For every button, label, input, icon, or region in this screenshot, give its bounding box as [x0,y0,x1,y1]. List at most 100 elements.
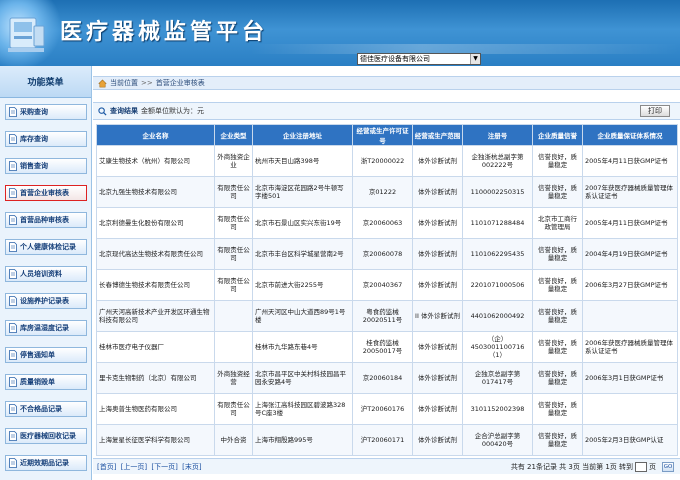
print-button[interactable]: 打印 [640,105,670,117]
document-icon [9,458,17,468]
table-cell: 长春博德生物技术有限责任公司 [96,269,215,301]
table-cell: 体外诊断试剂 [412,238,463,270]
sidebar-item[interactable]: 销售查询 [5,158,87,174]
table-row[interactable]: 北京利德曼生化股份有限公司 有限责任公司 北京市石景山区实兴东街19号 京200600… [96,207,678,239]
table-cell: 4401062000492 [462,300,533,332]
pagination-links: [首页] [上一页] [下一页] [末页] [97,462,204,472]
table-row[interactable]: 长春博德生物技术有限责任公司 有限责任公司 北京市前进大街2255号 京2004036… [96,269,678,301]
sidebar-heading: 功能菜单 [0,66,91,98]
column-header: 企业质量保证体系情况 [582,124,678,146]
table-cell: 企独浙杭总副字第002222号 [462,145,533,177]
table-cell: 京20060078 [352,238,413,270]
sidebar-item[interactable]: 人员培训资料 [5,266,87,282]
table-cell: 京20040367 [352,269,413,301]
table-cell: 桂食药监械20050017号 [352,331,413,363]
company-select[interactable]: 德佳医疗设备有限公司 ▼ [357,53,481,65]
next-page-link[interactable]: [下一页] [151,463,177,471]
table-body: 艾康生物技术（杭州）有限公司 外商独资企业 杭州市天目山路398号 浙T2000002… [96,145,678,456]
sidebar-item[interactable]: 质量销毁单 [5,374,87,390]
table-row[interactable]: 北京九强生物技术有限公司 有限责任公司 北京市海淀区花园路2号牛顿写字楼501 京01… [96,176,678,208]
main-content: 当前位置 >> 首营企业审核表 查询结果 金额单位默认为：元 打印 企业名称 企业… [93,66,680,480]
document-icon [9,296,17,306]
table-row[interactable]: 上海复星长征医学科学有限公司 中外合资 上海市翔殷路995号 沪T20060171 体外… [96,424,678,456]
go-button[interactable]: GO [662,462,674,472]
pagination-info: 共有 21条记录 共 3页 当前第 1页 转到 页 [510,461,656,472]
chevron-down-icon[interactable]: ▼ [470,54,480,64]
table-cell: 有限责任公司 [214,176,253,208]
table-cell: （企）4503001100716（1） [462,331,533,363]
app-header: 医疗器械监管平台 德佳医疗设备有限公司 ▼ [0,0,680,66]
sidebar-item[interactable]: 不合格品记录 [5,401,87,417]
table-row[interactable]: 上海奥普生物医药有限公司 有限责任公司 上海张江高科技园区碧波路328号C座3楼 沪T… [96,393,678,425]
table-cell: 2005年2月3日获GMP认证 [582,424,678,456]
document-icon [9,404,17,414]
table-cell: 桂林市医疗电子仪器厂 [96,331,215,363]
sidebar-item-label: 首营品种审核表 [20,216,69,224]
sidebar-item-label: 库房温湿度记录 [20,324,69,332]
sidebar-item-label: 质量销毁单 [20,378,55,386]
table-cell: 2005年4月11日获GMP证书 [582,145,678,177]
sidebar-item[interactable]: 首营品种审核表 [5,212,87,228]
table-row[interactable]: 广州天河高新技术产业开发区环通生物科技有限公司 广州天河区中山大道西89号1号楼粤… [96,300,678,332]
table-cell: 体外诊断试剂 [412,362,463,394]
table-cell: 体外诊断试剂 [412,393,463,425]
table-cell: 外商独资企业 [214,145,253,177]
table-cell: 外商独资经营 [214,362,253,394]
table-cell: 有限责任公司 [214,393,253,425]
sidebar-item[interactable]: 医疗器械回收记录 [5,428,87,444]
medical-device-icon [8,17,45,52]
table-cell: 信誉良好，质量稳定 [532,145,583,177]
pagination-summary: 共有 21条记录 共 3页 当前第 1页 转到 [510,462,633,471]
table-cell: 北京市石景山区实兴东街19号 [252,207,353,239]
sidebar-item[interactable]: 近期效期品记录 [5,455,87,471]
document-icon [9,431,17,441]
sidebar-item-label: 人员培训资料 [20,270,62,278]
table-cell: 北京利德曼生化股份有限公司 [96,207,215,239]
sidebar-item-label: 销售查询 [20,162,48,170]
prev-page-link[interactable]: [上一页] [121,463,147,471]
document-icon [9,377,17,387]
column-header: 经营或生产许可证号 [352,124,413,146]
page-suffix: 页 [649,462,656,471]
table-row[interactable]: 桂林市医疗电子仪器厂 桂林市九华路东巷4号 桂食药监械20050017号 体外诊断试剂… [96,331,678,363]
table-row[interactable]: 里卡克生物制药（北京）有限公司 外商独资经营 北京市昌平区中关村科技园昌平园永安路4… [96,362,678,394]
sidebar-item[interactable]: 库存查询 [5,131,87,147]
table-cell: 广州天河区中山大道西89号1号楼 [252,300,353,332]
page-number-input[interactable] [635,461,647,472]
sidebar-item[interactable]: 设施养护记录表 [5,293,87,309]
table-cell: 2201071000506 [462,269,533,301]
sidebar-item[interactable]: 库房温湿度记录 [5,320,87,336]
table-cell: 北京市工商行政管理局 [532,207,583,239]
table-row[interactable]: 北京现代高达生物技术有限责任公司 有限责任公司 北京市丰台区科学城星营南2号 京200… [96,238,678,270]
table-cell: 北京市前进大街2255号 [252,269,353,301]
column-header: 企业名称 [96,124,215,146]
table-cell: 上海复星长征医学科学有限公司 [96,424,215,456]
table-row[interactable]: 艾康生物技术（杭州）有限公司 外商独资企业 杭州市天目山路398号 浙T2000002… [96,145,678,177]
table-cell: 上海奥普生物医药有限公司 [96,393,215,425]
table-cell: 北京市海淀区花园路2号牛顿写字楼501 [252,176,353,208]
sidebar-item-label: 首营企业审核表 [20,189,69,197]
results-detail: 金额单位默认为：元 [141,107,204,115]
document-icon [9,188,17,198]
document-icon [9,107,17,117]
table-cell: 广州天河高新技术产业开发区环通生物科技有限公司 [96,300,215,332]
first-page-link[interactable]: [首页] [97,463,116,471]
breadcrumb-page[interactable]: 首营企业审核表 [156,78,205,88]
last-page-link[interactable]: [末页] [182,463,201,471]
document-icon [9,161,17,171]
table-cell: 信誉良好，质量稳定 [532,424,583,456]
table-cell: 里卡克生物制药（北京）有限公司 [96,362,215,394]
table-cell: 有限责任公司 [214,207,253,239]
breadcrumb: 当前位置 >> 首营企业审核表 [93,76,680,90]
table-cell: 信誉良好，质量稳定 [532,331,583,363]
sidebar-item-label: 个人健康体检记录 [20,243,76,251]
sidebar-item-label: 近期效期品记录 [20,459,69,467]
sidebar-item-label: 库存查询 [20,135,48,143]
sidebar-item[interactable]: 首营企业审核表 [5,185,87,201]
document-icon [9,134,17,144]
table-cell: 信誉良好，质量稳定 [532,176,583,208]
table-cell: 北京市丰台区科学城星营南2号 [252,238,353,270]
sidebar-item[interactable]: 停售通知单 [5,347,87,363]
sidebar-item[interactable]: 个人健康体检记录 [5,239,87,255]
sidebar-item[interactable]: 采购查询 [5,104,87,120]
